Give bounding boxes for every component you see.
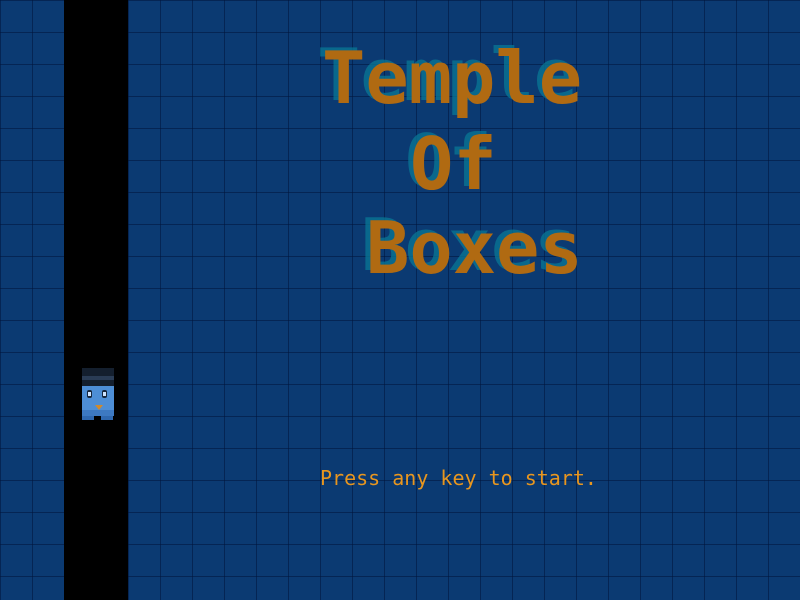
player-left-foot [82, 416, 94, 420]
player-hair-band [82, 376, 114, 380]
black-column [64, 0, 128, 600]
player-left-eye [87, 390, 92, 398]
title-screen[interactable]: Temple Of Boxes Press any key to start. [0, 0, 800, 600]
press-any-key-prompt: Press any key to start. [320, 466, 597, 490]
player-character-icon [82, 368, 114, 420]
game-title-line-3: Boxes [366, 206, 583, 290]
player-right-eye [102, 390, 107, 398]
game-title-line-1: Temple [322, 36, 583, 120]
player-right-foot [101, 416, 113, 420]
game-title-line-2: Of [410, 122, 497, 206]
